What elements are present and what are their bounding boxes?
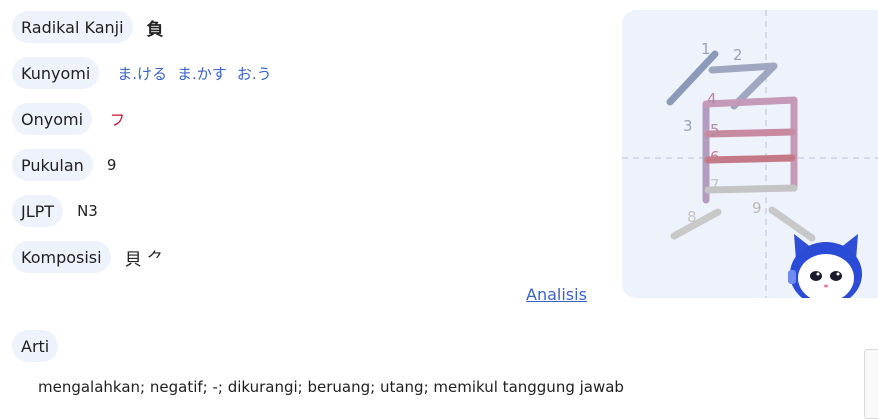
robot-cat-mascot-icon — [788, 234, 862, 298]
recaptcha-badge[interactable] — [864, 349, 878, 419]
stroke-number: 6 — [710, 148, 720, 166]
stroke-order-diagram: 1 2 3 4 5 6 7 8 9 — [622, 10, 878, 298]
stroke-5 — [704, 128, 796, 138]
stroke-number: 2 — [733, 46, 743, 64]
stroke-6 — [704, 154, 796, 164]
meaning-label: Arti — [12, 330, 59, 362]
kunyomi-label: Kunyomi — [12, 57, 100, 89]
radical-value[interactable]: 負 — [147, 15, 164, 40]
strokes-row: Pukulan 9 — [12, 149, 116, 181]
kunyomi-reading-link[interactable]: ま.かす — [177, 65, 227, 83]
stroke-number: 4 — [707, 90, 717, 108]
kunyomi-values: ま.ける ま.かす お.う — [117, 63, 281, 84]
meaning-text: mengalahkan; negatif; -; dikurangi; beru… — [38, 378, 624, 396]
stroke-9 — [768, 206, 816, 242]
kunyomi-reading-link[interactable]: お.う — [237, 65, 272, 83]
jlpt-label: JLPT — [12, 195, 64, 227]
composition-row: Komposisi 貝 ⺈ — [12, 241, 164, 273]
stroke-number: 7 — [710, 176, 720, 194]
analysis-link[interactable]: Analisis — [526, 285, 587, 304]
stroke-number: 5 — [710, 121, 720, 139]
composition-value[interactable]: 貝 ⺈ — [125, 245, 164, 270]
stroke-number: 9 — [752, 199, 762, 217]
kunyomi-row: Kunyomi ま.ける ま.かす お.う — [12, 57, 282, 89]
kunyomi-reading-link[interactable]: ま.ける — [117, 65, 167, 83]
stroke-4 — [702, 96, 798, 192]
onyomi-label: Onyomi — [12, 103, 93, 135]
onyomi-value[interactable]: フ — [110, 109, 125, 130]
stroke-7 — [704, 184, 798, 194]
meaning-row: Arti — [12, 330, 59, 362]
jlpt-row: JLPT N3 — [12, 195, 98, 227]
radical-row: Radikal Kanji 負 — [12, 11, 164, 43]
stroke-order-panel[interactable]: 1 2 3 4 5 6 7 8 9 — [622, 10, 878, 298]
onyomi-row: Onyomi フ — [12, 103, 125, 135]
stroke-number: 3 — [683, 117, 693, 135]
radical-label: Radikal Kanji — [12, 11, 133, 43]
stroke-number: 8 — [687, 208, 697, 226]
composition-label: Komposisi — [12, 241, 111, 273]
strokes-label: Pukulan — [12, 149, 93, 181]
stroke-number: 1 — [701, 40, 711, 58]
jlpt-value: N3 — [77, 202, 98, 220]
strokes-value: 9 — [106, 156, 117, 174]
